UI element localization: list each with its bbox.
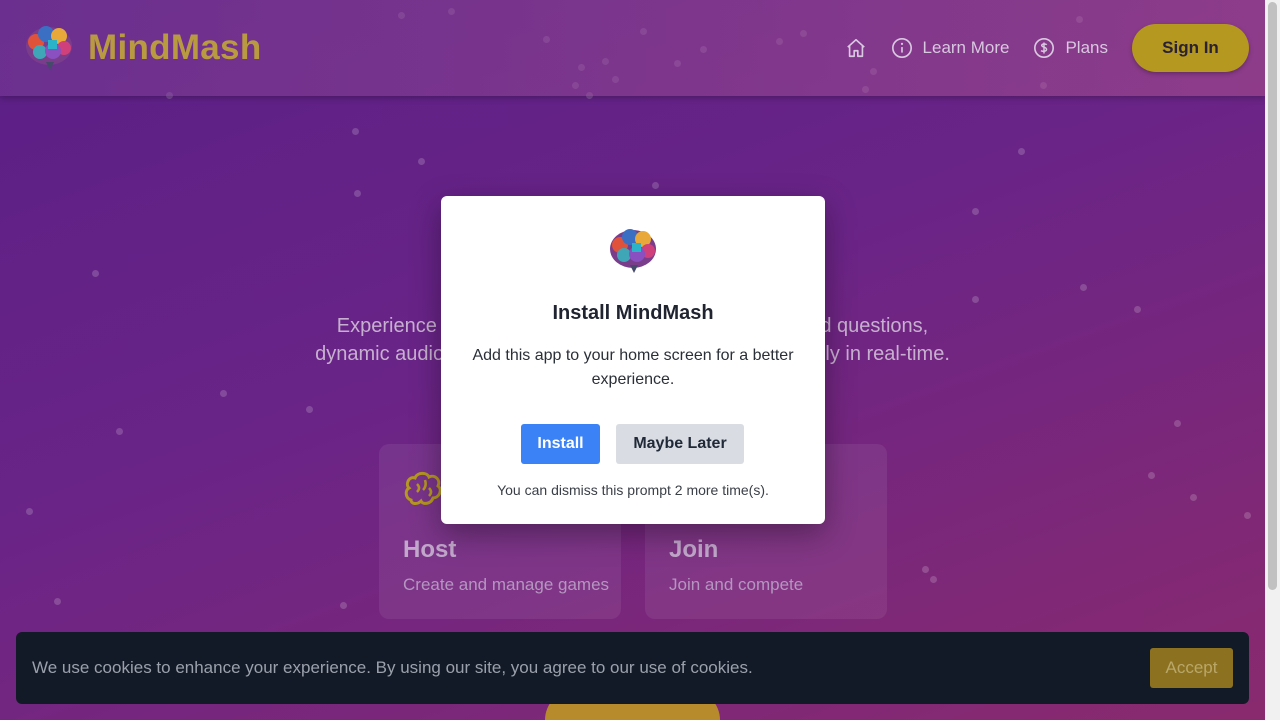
cookie-accept-button[interactable]: Accept bbox=[1150, 648, 1233, 688]
page: Where trivia meets fun! Experience the n… bbox=[0, 0, 1265, 720]
dismiss-note: You can dismiss this prompt 2 more time(… bbox=[497, 482, 769, 498]
particle bbox=[54, 598, 61, 605]
scrollbar-thumb[interactable] bbox=[1268, 2, 1277, 590]
host-card-title: Host bbox=[403, 536, 457, 563]
modal-text: Add this app to your home screen for a b… bbox=[472, 347, 794, 388]
maybe-later-button[interactable]: Maybe Later bbox=[616, 424, 744, 464]
particle bbox=[116, 428, 123, 435]
join-card-description: Join and compete bbox=[669, 575, 804, 594]
particle bbox=[1134, 306, 1141, 313]
install-modal: Install MindMash Add this app to your ho… bbox=[441, 196, 825, 524]
particle bbox=[1190, 494, 1197, 501]
sign-in-button[interactable]: Sign In bbox=[1132, 24, 1249, 72]
brand-name: MindMash bbox=[88, 28, 262, 67]
particle bbox=[1244, 512, 1251, 519]
learn-more-link[interactable]: Learn More bbox=[891, 37, 1010, 59]
home-icon bbox=[846, 38, 865, 58]
info-icon bbox=[891, 38, 912, 58]
learn-more-label: Learn More bbox=[922, 38, 1010, 57]
logo[interactable]: MindMash bbox=[24, 24, 262, 72]
particle bbox=[26, 508, 33, 515]
particle bbox=[352, 128, 359, 135]
particle bbox=[418, 158, 425, 165]
particle bbox=[220, 390, 227, 397]
particle bbox=[922, 566, 929, 573]
dollar-icon bbox=[1034, 38, 1055, 58]
host-card-description: Create and manage games bbox=[403, 575, 610, 594]
particle bbox=[930, 576, 937, 583]
cookie-banner: We use cookies to enhance your experienc… bbox=[16, 632, 1249, 704]
cookie-text: We use cookies to enhance your experienc… bbox=[32, 658, 753, 677]
brain-logo-icon bbox=[610, 229, 656, 273]
top-navbar: MindMash Learn More Plans Sign In bbox=[0, 0, 1265, 96]
particle bbox=[1018, 148, 1025, 155]
home-link[interactable] bbox=[845, 37, 867, 59]
install-button[interactable]: Install bbox=[521, 424, 600, 464]
brain-icon bbox=[403, 470, 443, 513]
particle bbox=[306, 406, 313, 413]
particle bbox=[340, 602, 347, 609]
particle bbox=[1080, 284, 1087, 291]
particle bbox=[1148, 472, 1155, 479]
modal-title: Install MindMash bbox=[552, 302, 714, 324]
join-card-title: Join bbox=[669, 536, 719, 563]
particle bbox=[972, 208, 979, 215]
brain-logo-icon bbox=[26, 26, 72, 70]
particle bbox=[972, 296, 979, 303]
vertical-scrollbar[interactable] bbox=[1265, 0, 1280, 720]
particle bbox=[1174, 420, 1181, 427]
nav-links: Learn More Plans Sign In bbox=[845, 24, 1249, 72]
plans-label: Plans bbox=[1065, 38, 1108, 57]
plans-link[interactable]: Plans bbox=[1033, 37, 1108, 59]
particle bbox=[652, 182, 659, 189]
particle bbox=[354, 190, 361, 197]
